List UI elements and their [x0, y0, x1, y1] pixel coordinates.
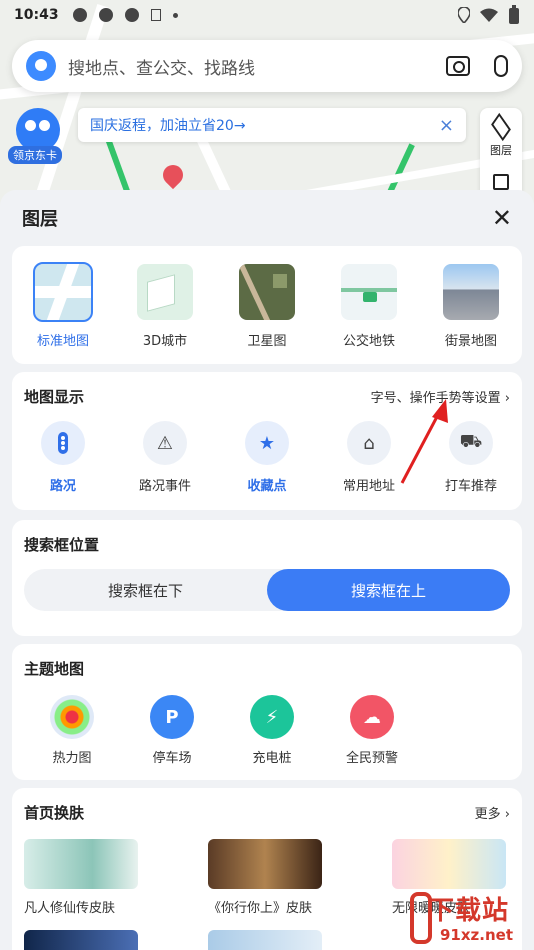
layers-label: 图层: [490, 144, 512, 157]
section-title: 主题地图: [24, 660, 85, 678]
mic-icon[interactable]: [494, 55, 508, 77]
section-title: 首页换肤: [24, 804, 85, 822]
layers-icon: [491, 112, 511, 142]
theme-alert[interactable]: ☁ 全民预警: [322, 695, 422, 766]
map-type-3d[interactable]: 3D城市: [125, 264, 205, 364]
traffic-light-icon: [41, 421, 85, 465]
skin-thumb: [24, 839, 138, 889]
option-favorites[interactable]: ★ 收藏点: [222, 421, 312, 494]
map-type-satellite[interactable]: 卫星图: [227, 264, 307, 364]
map-type-standard[interactable]: 标准地图: [23, 262, 103, 364]
app-icon: [72, 8, 87, 22]
charging-icon: ⚡: [250, 695, 294, 739]
home-icon: ⌂: [347, 421, 391, 465]
battery-icon: [509, 5, 519, 24]
skin-item[interactable]: 《你行你上》皮肤: [208, 839, 322, 916]
status-bar: 10:43: [0, 0, 534, 30]
map-type-label: 标准地图: [36, 334, 89, 349]
theme-parking[interactable]: P 停车场: [122, 695, 222, 766]
search-top-option[interactable]: 搜索框在上: [267, 569, 510, 611]
layers-sheet: 图层 ✕ 标准地图 3D城市 卫星图 公交地铁 街景地图 地图显示 字号、操作手…: [0, 190, 534, 950]
location-icon: [458, 7, 470, 23]
skin-thumb: [208, 839, 322, 889]
status-time: 10:43: [14, 7, 59, 23]
section-title: 搜索框位置: [24, 536, 100, 554]
theme-label: 停车场: [152, 751, 192, 766]
option-label: 收藏点: [247, 479, 287, 494]
skin-item[interactable]: [24, 930, 138, 950]
app-icon: [124, 8, 139, 22]
option-traffic-events[interactable]: ⚠ 路况事件: [120, 421, 210, 494]
map-type-label: 街景地图: [444, 334, 497, 349]
standard-map-thumb: [33, 262, 93, 322]
skin-thumb: [392, 839, 506, 889]
option-label: 路况: [49, 479, 76, 494]
edit-icon[interactable]: [493, 174, 509, 190]
skins-more-link[interactable]: 更多 ›: [475, 803, 510, 822]
satellite-thumb: [239, 264, 295, 320]
wifi-icon: [480, 8, 498, 22]
theme-map-card: 主题地图 热力图 P 停车场 ⚡ 充电桩 ☁ 全民预警: [12, 644, 522, 780]
transit-thumb: [341, 264, 397, 320]
skin-label: 《你行你上》皮肤: [208, 901, 313, 916]
mascot-tag: 领京东卡: [8, 146, 62, 164]
star-icon: ★: [245, 421, 289, 465]
skin-item[interactable]: 凡人修仙传皮肤: [24, 839, 138, 916]
promo-banner[interactable]: 国庆返程，加油立省20→ ×: [78, 108, 466, 142]
search-position-card: 搜索框位置 搜索框在下 搜索框在上: [12, 520, 522, 636]
skin-item[interactable]: [208, 930, 322, 950]
map-type-label: 公交地铁: [342, 334, 395, 349]
theme-label: 充电桩: [252, 751, 292, 766]
mascot[interactable]: 领京东卡: [8, 108, 66, 164]
annotation-arrow-icon: [400, 399, 448, 484]
streetview-thumb: [443, 264, 499, 320]
heatmap-icon: [50, 695, 94, 739]
search-bottom-option[interactable]: 搜索框在下: [24, 569, 267, 611]
theme-charging[interactable]: ⚡ 充电桩: [222, 695, 322, 766]
watermark: 下载站 91xz.net: [410, 888, 534, 950]
camera-icon[interactable]: [446, 56, 470, 76]
skin-thumb: [24, 930, 138, 950]
traffic-event-icon: ⚠: [143, 421, 187, 465]
sheet-header: 图层 ✕: [0, 190, 534, 246]
app-logo-icon: [26, 51, 56, 81]
watermark-text: 下载站: [428, 896, 510, 926]
skin-thumb: [208, 930, 322, 950]
layers-button[interactable]: 图层: [480, 108, 522, 198]
theme-label: 热力图: [52, 751, 92, 766]
dot-icon: [172, 12, 178, 18]
option-traffic[interactable]: 路况: [18, 421, 108, 494]
close-icon[interactable]: ×: [439, 115, 454, 136]
close-button[interactable]: ✕: [492, 204, 512, 232]
option-label: 路况事件: [138, 479, 191, 494]
promo-text: 国庆返程，加油立省20→: [90, 118, 246, 134]
app-icon: [98, 8, 113, 22]
watermark-url: 91xz.net: [440, 926, 514, 944]
parking-icon: P: [150, 695, 194, 739]
alert-icon: ☁: [350, 695, 394, 739]
search-bar[interactable]: 搜地点、查公交、找路线: [12, 40, 522, 92]
map-type-label: 卫星图: [247, 334, 287, 349]
skin-label: 凡人修仙传皮肤: [24, 901, 116, 916]
3d-city-thumb: [137, 264, 193, 320]
map-type-card: 标准地图 3D城市 卫星图 公交地铁 街景地图: [12, 246, 522, 364]
search-input[interactable]: 搜地点、查公交、找路线: [68, 54, 446, 79]
map-type-streetview[interactable]: 街景地图: [431, 264, 511, 364]
option-label: 常用地址: [342, 479, 395, 494]
map-type-label: 3D城市: [142, 334, 188, 349]
section-title: 地图显示: [24, 388, 85, 406]
theme-heatmap[interactable]: 热力图: [22, 695, 122, 766]
sheet-title: 图层: [22, 209, 58, 230]
search-position-toggle: 搜索框在下 搜索框在上: [24, 569, 510, 611]
map-type-transit[interactable]: 公交地铁: [329, 264, 409, 364]
theme-label: 全民预警: [345, 751, 398, 766]
a-icon: [150, 9, 161, 21]
